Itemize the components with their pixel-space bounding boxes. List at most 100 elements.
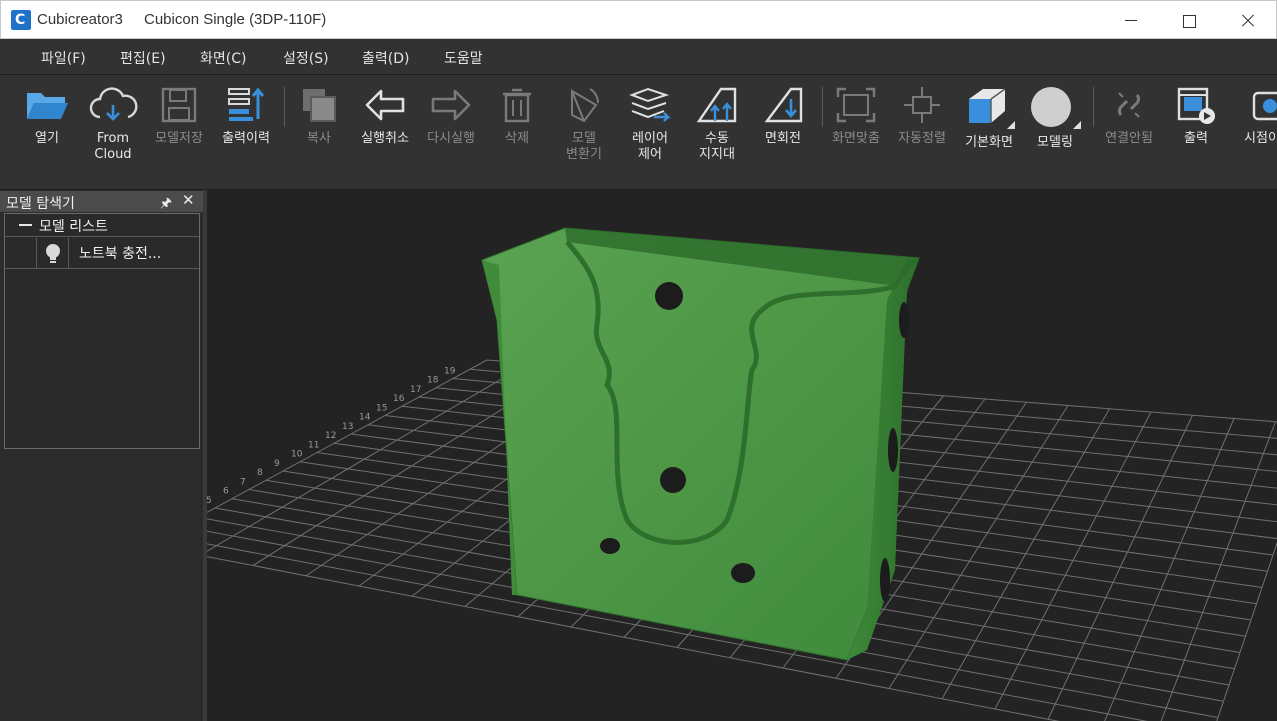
grid-axis-label: 15: [376, 403, 387, 413]
grid-axis-label: 6: [223, 487, 229, 497]
menu-file[interactable]: 파일(F): [41, 48, 86, 68]
toolbar-separator: [284, 87, 285, 127]
viewpoint-button[interactable]: 시점이: [1229, 85, 1277, 185]
grid-line: [1104, 418, 1235, 721]
open-button[interactable]: 열기: [14, 85, 80, 185]
grid-axis-label: 8: [257, 468, 263, 478]
delete-button[interactable]: 삭제: [484, 85, 550, 185]
modeling-sphere-icon: [1031, 87, 1081, 129]
undo-label: 실행취소: [361, 131, 409, 146]
save-model-button[interactable]: 모델저장: [146, 85, 212, 185]
close-window-button[interactable]: [1227, 7, 1267, 35]
tree-item-label: 노트북 충전...: [79, 246, 162, 262]
folder-open-icon: [27, 93, 68, 119]
cloud-download-icon: [89, 87, 138, 121]
fit-screen-button[interactable]: 화면맞춤: [823, 85, 889, 185]
from-cloud-label: From Cloud: [94, 131, 132, 162]
tree-item-select-cell[interactable]: [5, 238, 37, 268]
manual-support-button[interactable]: 수동 지지대: [684, 85, 750, 185]
app-logo-icon: C: [11, 10, 31, 30]
grid-axis-label: 19: [444, 366, 456, 376]
undo-button[interactable]: 실행취소: [352, 85, 418, 185]
grid-axis-label: 18: [427, 376, 439, 386]
app-name: Cubicreator3: [37, 11, 123, 28]
window-title: Cubicon Single (3DP-110F): [144, 11, 327, 28]
save-icon: [161, 87, 197, 123]
modeling-label: 모델링: [1037, 135, 1073, 150]
bulb-icon[interactable]: [44, 243, 62, 265]
menu-edit[interactable]: 편집(E): [120, 48, 166, 68]
print-history-icon: [228, 87, 265, 121]
auto-arrange-icon: [904, 87, 940, 123]
face-rotate-button[interactable]: 면회전: [750, 85, 816, 185]
grid-axis-label: 14: [359, 413, 371, 423]
model-explorer-panel: 모델 탐색기 🖈 ✕ 모델 리스트 노트북 충전...: [0, 190, 207, 721]
connection-status-button[interactable]: 연결안됨: [1096, 85, 1162, 185]
title-bar: C Cubicreator3 Cubicon Single (3DP-110F): [0, 0, 1277, 39]
save-model-label: 모델저장: [155, 131, 203, 146]
layer-control-button[interactable]: 레이어 제어: [617, 85, 683, 185]
viewpoint-label: 시점이: [1244, 131, 1277, 146]
collapse-icon[interactable]: [19, 224, 32, 226]
toolbar: 열기 From Cloud 모델저장 출력이력 복사 실행취소 다시실행 삭제 …: [0, 75, 1277, 190]
grid-axis-label: 13: [342, 422, 353, 432]
grid-axis-label: 5: [207, 496, 212, 506]
model-converter-icon: [571, 88, 600, 123]
model-tree: 모델 리스트 노트북 충전...: [4, 213, 200, 449]
camera-viewpoint-icon: [1252, 91, 1277, 121]
menu-bar: 파일(F) 편집(E) 화면(C) 설정(S) 출력(D) 도움말: [0, 39, 1277, 75]
auto-arrange-label: 자동정렬: [898, 131, 946, 146]
print-button[interactable]: 출력: [1163, 85, 1229, 185]
fit-screen-label: 화면맞춤: [832, 131, 880, 146]
grid-axis-label: 17: [410, 385, 421, 395]
tree-item-visibility-cell[interactable]: [37, 238, 69, 268]
disconnected-link-icon: [1118, 92, 1140, 118]
redo-icon: [431, 89, 471, 121]
delete-label: 삭제: [505, 131, 529, 146]
3d-scene[interactable]: 345678910111213141516171819: [207, 190, 1277, 721]
menu-settings[interactable]: 설정(S): [283, 48, 329, 68]
from-cloud-button[interactable]: From Cloud: [80, 85, 146, 185]
manual-support-icon: [696, 87, 737, 123]
modeling-button[interactable]: 모델링: [1022, 85, 1088, 185]
default-view-button[interactable]: 기본화면: [956, 85, 1022, 185]
print-label: 출력: [1184, 131, 1208, 146]
list-item[interactable]: 노트북 충전...: [5, 238, 199, 269]
trash-icon: [503, 88, 531, 123]
menu-view[interactable]: 화면(C): [200, 48, 246, 68]
grid-axis-label: 12: [325, 431, 336, 441]
tree-root-model-list[interactable]: 모델 리스트: [5, 214, 199, 237]
connection-status-label: 연결안됨: [1105, 131, 1153, 146]
maximize-button[interactable]: [1169, 7, 1209, 35]
print-history-label: 출력이력: [222, 131, 270, 146]
model-converter-label: 모델 변환기: [566, 131, 602, 162]
redo-label: 다시실행: [427, 131, 475, 146]
print-history-button[interactable]: 출력이력: [213, 85, 279, 185]
model-converter-button[interactable]: 모델 변환기: [551, 85, 617, 185]
3d-viewport[interactable]: 345678910111213141516171819: [207, 190, 1277, 721]
undo-icon: [365, 89, 405, 121]
face-rotate-label: 면회전: [765, 131, 801, 146]
menu-print[interactable]: 출력(D): [362, 48, 409, 68]
copy-button[interactable]: 복사: [286, 85, 352, 185]
default-view-label: 기본화면: [965, 135, 1013, 150]
minimize-button[interactable]: [1111, 7, 1151, 35]
menu-help[interactable]: 도움말: [444, 48, 483, 68]
redo-button[interactable]: 다시실행: [418, 85, 484, 185]
grid-axis-label: 10: [291, 450, 303, 460]
face-rotate-icon: [764, 87, 803, 123]
layers-icon: [629, 87, 671, 122]
copy-icon: [303, 89, 336, 122]
fit-screen-icon: [836, 87, 876, 123]
close-icon[interactable]: ✕: [182, 191, 195, 209]
model-charger-holder[interactable]: [481, 227, 920, 661]
default-view-cube-icon: [969, 88, 1015, 129]
auto-arrange-button[interactable]: 자동정렬: [889, 85, 955, 185]
grid-axis-label: 11: [308, 440, 319, 450]
panel-title: 모델 탐색기: [6, 196, 75, 212]
manual-support-label: 수동 지지대: [699, 131, 735, 162]
grid-axis-label: 7: [240, 477, 246, 487]
copy-label: 복사: [307, 131, 331, 146]
grid-line: [207, 359, 488, 513]
toolbar-separator: [1093, 87, 1094, 127]
